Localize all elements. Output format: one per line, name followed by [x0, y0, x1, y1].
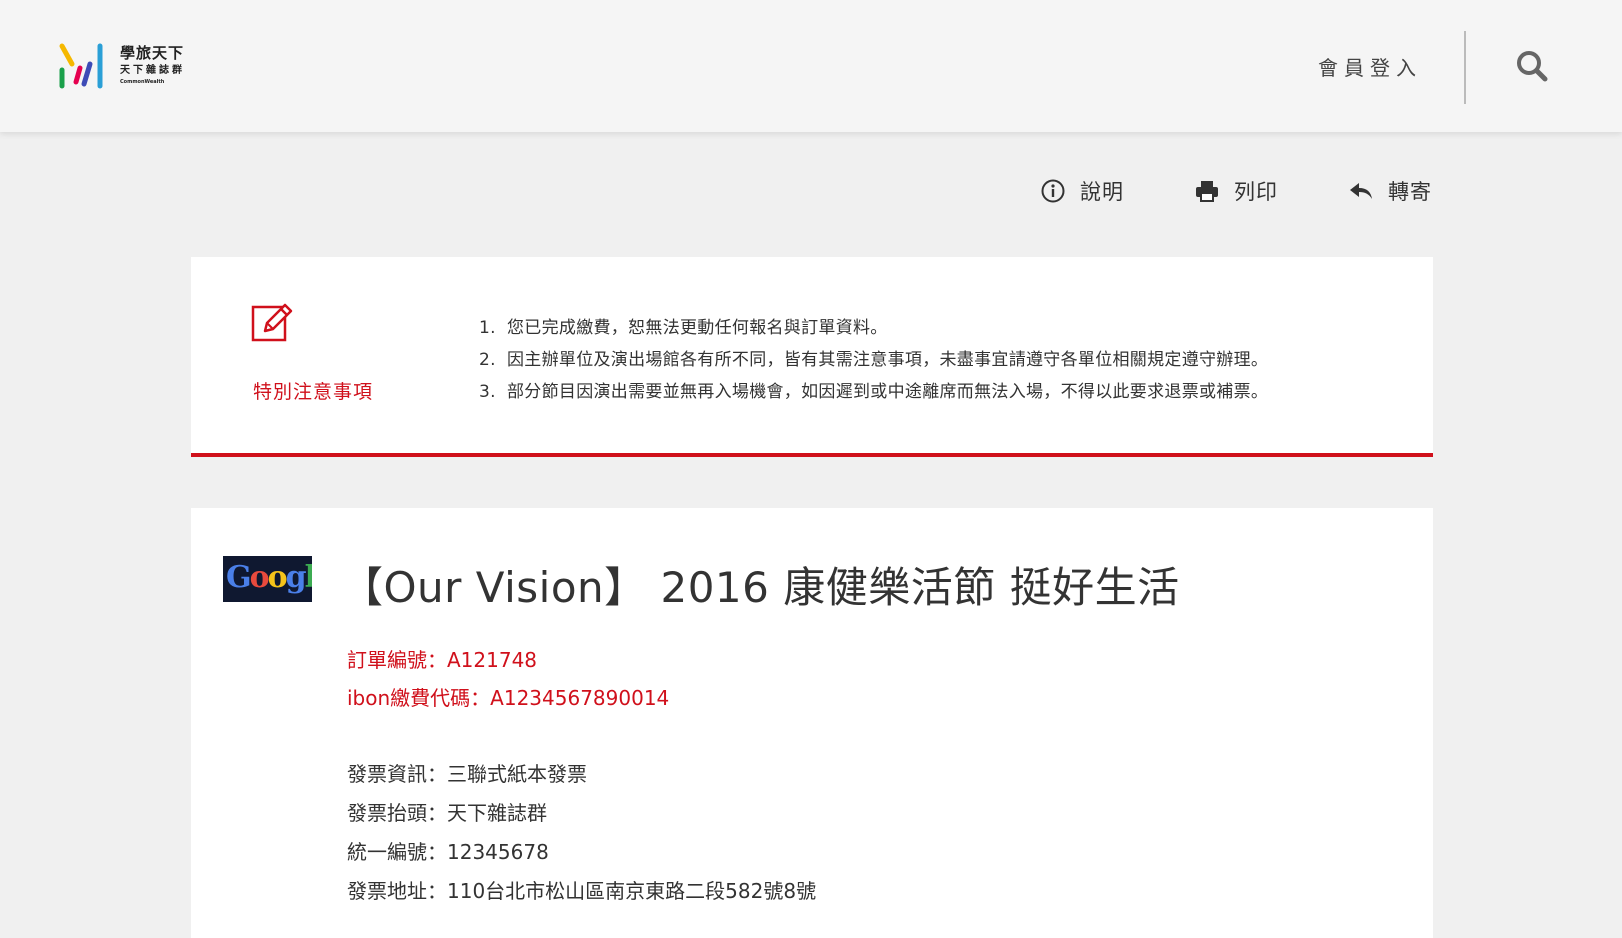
invoice-info: 發票資訊：三聯式紙本發票	[347, 762, 587, 786]
order-number: 訂單編號：A121748	[347, 648, 538, 672]
notice-item-number: 2.	[479, 350, 496, 370]
search-icon[interactable]	[1515, 49, 1549, 83]
help-label: 說明	[1080, 180, 1124, 204]
event-title: 【Our Vision】 2016 康健樂活節 挺好生活	[341, 563, 1180, 612]
special-notice-panel: 特別注意事項 1. 您已完成繳費，恕無法更動任何報名與訂單資料。 2. 因主辦單位及…	[191, 257, 1433, 457]
notice-item: 2. 因主辦單位及演出場館各有所不同，皆有其需注意事項，未盡事宜請遵守各單位相關規…	[479, 344, 1268, 376]
reply-icon	[1350, 183, 1372, 199]
logo-name: 學旅天下	[120, 44, 185, 62]
forward-label: 轉寄	[1388, 180, 1432, 204]
member-login-link[interactable]: 會員登入	[1318, 52, 1422, 81]
notice-item-text: 部分節目因演出需要並無再入場機會，如因遲到或中途離席而無法入場，不得以此要求退票…	[507, 382, 1269, 402]
notice-item-number: 3.	[479, 382, 496, 402]
site-logo[interactable]: 學旅天下 天下雜誌群 CommonWealth	[58, 42, 208, 92]
info-icon	[1041, 179, 1065, 203]
invoice-address: 發票地址：110台北市松山區南京東路二段582號8號	[347, 879, 817, 903]
ibon-payment-code: ibon繳費代碼：A1234567890014	[347, 686, 670, 710]
notice-item: 1. 您已完成繳費，恕無法更動任何報名與訂單資料。	[479, 312, 1268, 344]
print-button[interactable]: 列印	[1194, 176, 1278, 206]
notice-item-text: 因主辦單位及演出場館各有所不同，皆有其需注意事項，未盡事宜請遵守各單位相關規定遵…	[507, 350, 1269, 370]
notice-title: 特別注意事項	[253, 381, 374, 403]
tax-id: 統一編號：12345678	[347, 840, 549, 864]
logo-subtitle: 天下雜誌群	[120, 65, 185, 76]
header-divider	[1464, 31, 1466, 104]
notice-item: 3. 部分節目因演出需要並無再入場機會，如因遲到或中途離席而無法入場，不得以此要求…	[479, 376, 1268, 408]
event-logo-text: Google	[226, 560, 312, 595]
print-label: 列印	[1234, 180, 1278, 204]
event-logo-image: Google	[223, 556, 312, 602]
printer-icon	[1196, 181, 1218, 202]
edit-icon	[251, 303, 293, 342]
help-button[interactable]: 說明	[1040, 176, 1124, 206]
notice-item-number: 1.	[479, 318, 496, 338]
notice-list: 1. 您已完成繳費，恕無法更動任何報名與訂單資料。 2. 因主辦單位及演出場館各有所…	[479, 312, 1268, 408]
logo-mark-icon	[59, 43, 103, 89]
invoice-title: 發票抬頭：天下雜誌群	[347, 801, 547, 825]
logo-brand: CommonWealth	[120, 79, 165, 85]
forward-button[interactable]: 轉寄	[1348, 176, 1432, 206]
logo-text: 學旅天下 天下雜誌群 CommonWealth	[120, 44, 185, 86]
notice-item-text: 您已完成繳費，恕無法更動任何報名與訂單資料。	[507, 318, 888, 338]
site-header: 學旅天下 天下雜誌群 CommonWealth 會員登入	[0, 0, 1622, 132]
order-details-panel: Google 【Our Vision】 2016 康健樂活節 挺好生活 訂單編號…	[191, 508, 1433, 938]
